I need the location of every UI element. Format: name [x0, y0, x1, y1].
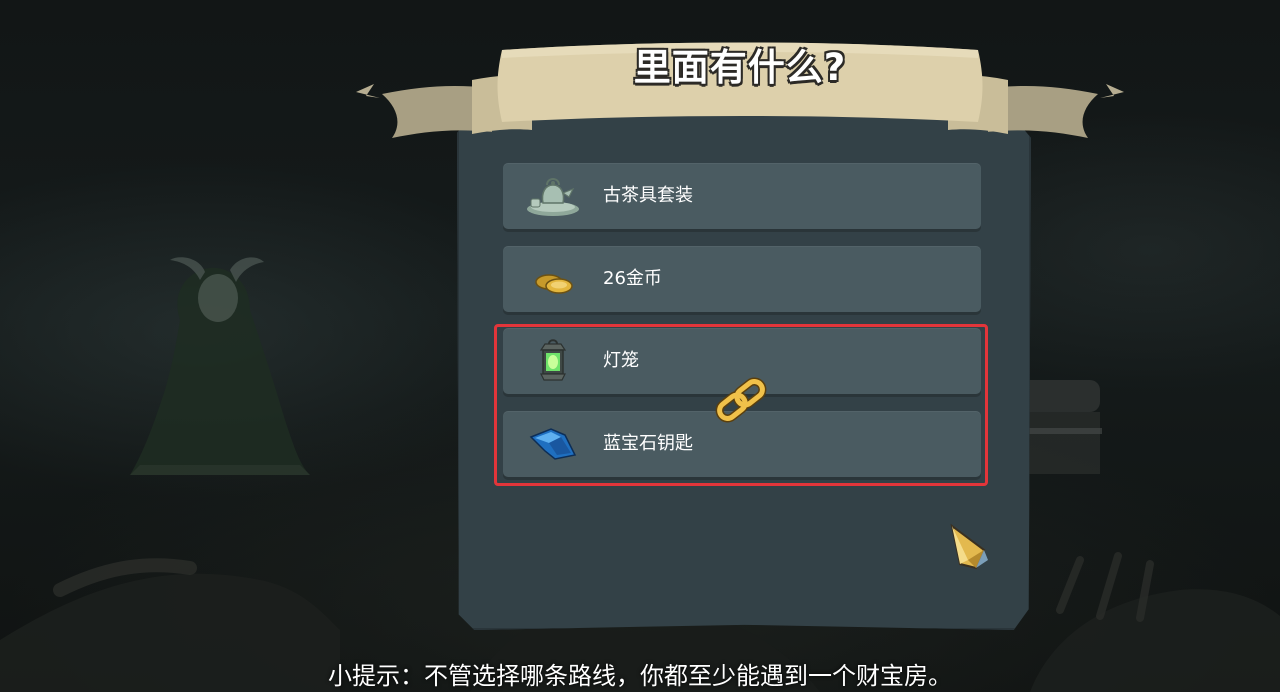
- crystal-icon[interactable]: [944, 520, 992, 572]
- item-row-tea-set[interactable]: 古茶具套装: [503, 163, 981, 229]
- chain-link-icon: [715, 377, 767, 423]
- gold-coins-icon: [535, 274, 573, 294]
- hooded-figure: [130, 257, 310, 475]
- dialog-title: 里面有什么?: [633, 46, 847, 89]
- item-label: 26金币: [603, 268, 662, 289]
- sapphire-key-icon: [529, 428, 577, 460]
- teapot-icon: [527, 178, 579, 216]
- hint-text: 小提示：不管选择哪条路线，你都至少能遇到一个财宝房。: [328, 662, 952, 690]
- item-label: 古茶具套装: [603, 185, 693, 206]
- item-row-gold[interactable]: 26金币: [503, 246, 981, 312]
- item-label: 蓝宝石钥匙: [603, 433, 693, 454]
- lantern-icon: [539, 339, 567, 381]
- item-label: 灯笼: [603, 350, 639, 371]
